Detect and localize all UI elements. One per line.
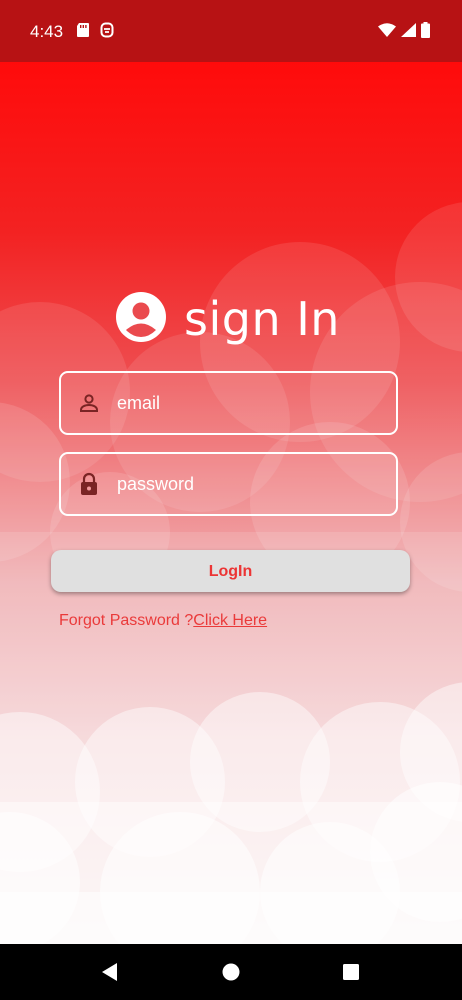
page-title: sign In [184,292,340,346]
email-input[interactable] [117,392,357,414]
person-icon [77,391,101,415]
account-circle-icon [116,291,166,347]
navigation-bar [0,944,462,1000]
status-bar: 4:43 [0,0,462,62]
email-field[interactable] [59,371,398,435]
forgot-password-text: Forgot Password ? [59,612,194,629]
click-here-link[interactable]: Click Here [193,612,267,629]
status-time: 4:43 [30,22,64,41]
password-field[interactable] [59,452,398,516]
home-icon[interactable] [220,961,242,983]
cellular-signal-icon [401,23,416,37]
lock-icon [77,472,101,496]
status-right-icons [378,22,430,38]
screen: 4:43 sign In email LogIn Forgot Password… [0,0,462,1000]
sd-card-icon [76,22,90,38]
login-screen: sign In LogIn Forgot Password ?Click Her… [0,62,462,944]
recents-icon[interactable] [340,961,362,983]
notification-icon [100,22,114,38]
login-button[interactable]: LogIn [51,550,410,592]
status-left-icons [76,22,114,38]
sign-in-header: sign In [116,291,340,347]
back-icon[interactable] [99,961,121,983]
password-input[interactable] [117,473,357,495]
battery-icon [421,22,430,38]
wifi-icon [378,23,396,37]
forgot-password-row: Forgot Password ?Click Here [59,612,267,630]
